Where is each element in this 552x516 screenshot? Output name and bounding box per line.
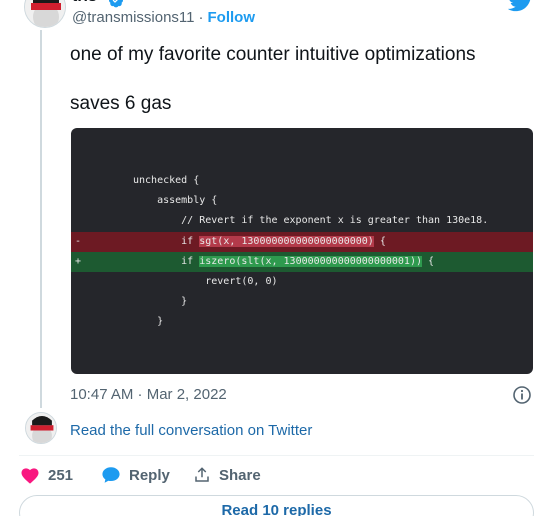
code-highlight: sgt(x, 130000000000000000000) — [199, 236, 374, 247]
code-text: revert(0, 0) — [133, 276, 278, 287]
tweet-text-line: one of my favorite counter intuitive opt… — [70, 44, 476, 65]
code-text: assembly { — [133, 195, 218, 206]
share-label: Share — [219, 466, 261, 484]
code-line-removed: - if sgt(x, 130000000000000000000) { — [71, 232, 533, 252]
like-count: 251 — [48, 466, 74, 484]
code-text: unchecked { — [133, 175, 200, 186]
thread-line — [40, 30, 42, 408]
code-line: } — [71, 312, 533, 332]
speech-bubble-icon — [102, 467, 120, 483]
info-icon[interactable] — [512, 385, 532, 405]
author-handle-row: @transmissions11 · Follow — [72, 9, 255, 26]
code-text: // Revert if the exponent x is greater t… — [133, 215, 489, 226]
twitter-bird-icon[interactable] — [508, 0, 534, 12]
code-line: } — [71, 292, 533, 312]
code-text: if iszero(slt(x, 130000000000000000001))… — [133, 256, 435, 267]
tweet-timestamp[interactable]: 10:47 AM · Mar 2, 2022 — [70, 386, 227, 403]
code-text: } — [133, 296, 188, 307]
author-avatar[interactable] — [24, 0, 66, 28]
read-full-conversation-link[interactable]: Read the full conversation on Twitter — [70, 422, 312, 439]
avatar-image — [26, 413, 56, 443]
code-line: // Revert if the exponent x is greater t… — [71, 211, 533, 231]
code-text: if sgt(x, 130000000000000000000) { — [133, 236, 386, 247]
diff-marker: + — [75, 256, 82, 267]
author-handle[interactable]: @transmissions11 — [72, 9, 195, 26]
author-display-name[interactable]: tris — [72, 0, 97, 6]
code-highlight: iszero(slt(x, 130000000000000000001)) — [199, 256, 422, 267]
reply-button[interactable]: Reply — [101, 466, 170, 484]
like-button[interactable]: 251 — [20, 466, 73, 484]
share-upload-icon — [195, 467, 209, 482]
reply-label: Reply — [129, 466, 170, 484]
code-line: assembly { — [71, 191, 533, 211]
code-line-added: + if iszero(slt(x, 130000000000000000001… — [71, 252, 533, 272]
divider — [19, 455, 534, 456]
diff-marker: - — [75, 236, 82, 247]
verified-badge-icon — [109, 0, 123, 8]
avatar-image — [25, 0, 65, 27]
heart-icon — [21, 468, 39, 484]
share-button[interactable]: Share — [193, 466, 261, 484]
follow-button[interactable]: Follow — [208, 9, 256, 26]
separator-dot: · — [198, 9, 204, 26]
tweet-text-line: saves 6 gas — [70, 93, 172, 114]
code-diff-image[interactable]: unchecked { assembly { // Revert if the … — [71, 128, 533, 374]
read-replies-button[interactable]: Read 10 replies — [19, 495, 534, 516]
code-line: unchecked { — [71, 171, 533, 191]
code-text: } — [133, 316, 164, 327]
code-line: revert(0, 0) — [71, 272, 533, 292]
conversation-avatar[interactable] — [25, 412, 57, 444]
